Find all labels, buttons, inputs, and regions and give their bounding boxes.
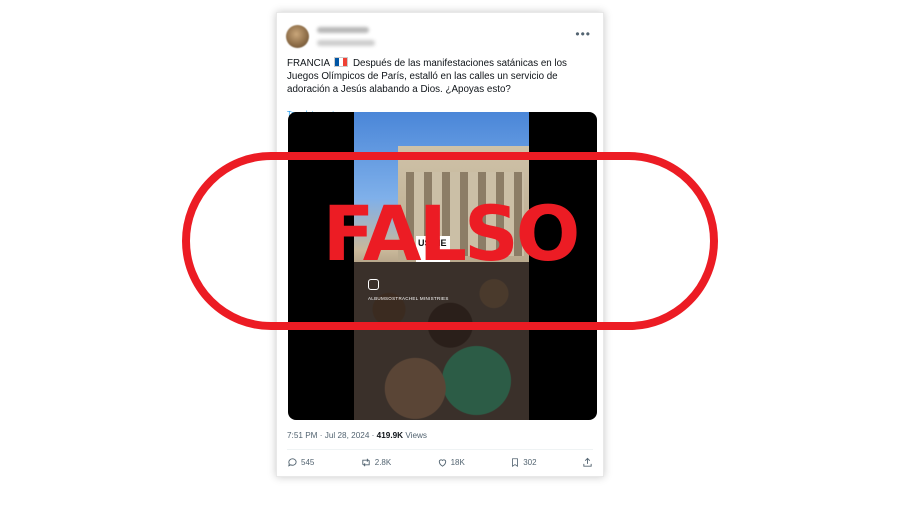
post-text-body: Después de las manifestaciones satánicas… [287,58,567,96]
heart-icon [438,458,446,467]
reply-icon [288,457,297,467]
repost-count: 2.8K [374,457,392,467]
post-text-prefix: FRANCIA [287,58,330,69]
bookmark-button[interactable]: 302 [510,455,537,469]
action-bar: 545 2.8K 18K 302 [287,455,593,469]
views-label: Views [403,431,428,440]
reply-button[interactable]: 545 [287,455,314,469]
bookmark-icon [512,457,519,467]
divider [287,449,593,450]
views-count: 419.9K [376,431,404,440]
share-button[interactable] [582,455,593,469]
blurred-handle [317,40,375,46]
post-time-date: 7:51 PM · Jul 28, 2024 · [287,431,377,440]
repost-icon [362,458,370,466]
reply-count: 545 [301,457,315,467]
post-timestamp: 7:51 PM · Jul 28, 2024 · 419.9K Views [287,431,427,440]
france-flag-icon [334,57,349,67]
like-button[interactable]: 18K [437,455,465,469]
false-stamp-label: FALSO [322,189,581,278]
post-text: FRANCIA Después de las manifestaciones s… [287,57,599,97]
like-count: 18K [450,457,465,467]
share-icon [583,457,592,467]
bookmark-count: 302 [523,457,537,467]
blurred-display-name [317,27,369,33]
avatar[interactable] [286,25,309,48]
more-options-icon[interactable]: ••• [575,27,591,41]
repost-button[interactable]: 2.8K [360,455,391,469]
